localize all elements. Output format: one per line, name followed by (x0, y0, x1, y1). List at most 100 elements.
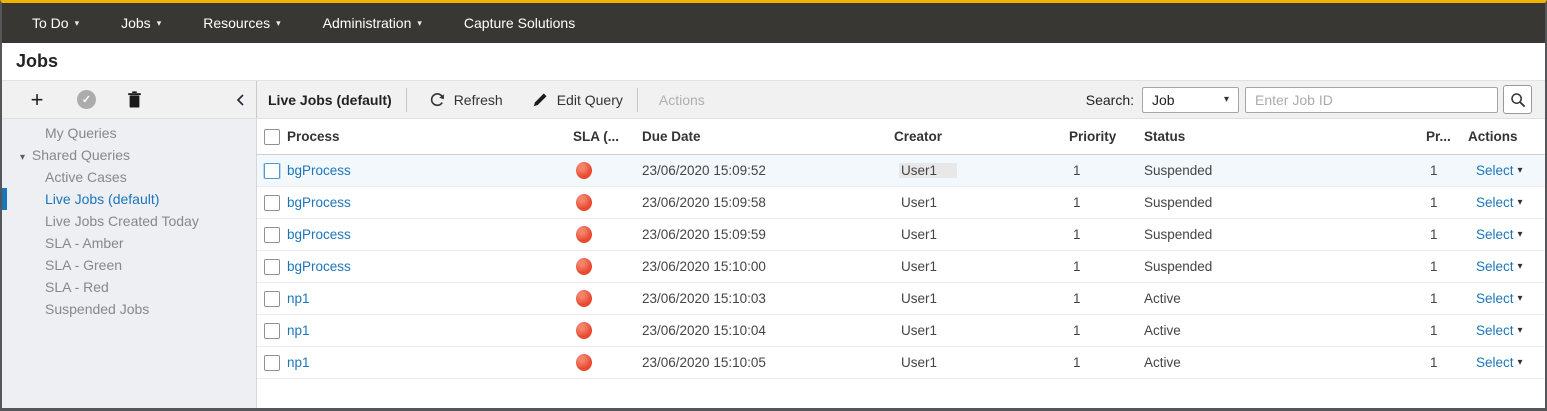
query-tree: My Queries ▾ Shared Queries Active Cases… (2, 119, 257, 408)
content-body: My Queries ▾ Shared Queries Active Cases… (2, 119, 1545, 408)
sla-red-dot-icon (576, 258, 592, 275)
nav-item-label: Resources (203, 15, 270, 31)
sidebar-query-item[interactable]: SLA - Red (2, 276, 256, 298)
search-button[interactable] (1503, 85, 1532, 114)
sidebar-query-item[interactable]: SLA - Amber (2, 232, 256, 254)
sidebar-item-label: Live Jobs (default) (45, 191, 159, 207)
select-action-link[interactable]: Select (1476, 195, 1514, 210)
column-header-status[interactable]: Status (1143, 129, 1425, 144)
process-link[interactable]: bgProcess (287, 195, 351, 210)
sidebar-query-item[interactable]: Live Jobs Created Today (2, 210, 256, 232)
due-date-cell: 23/06/2020 15:10:05 (641, 355, 893, 370)
refresh-button[interactable]: Refresh (429, 92, 503, 108)
column-header-priority[interactable]: Priority (1069, 129, 1143, 144)
select-all-checkbox[interactable] (264, 129, 280, 145)
edit-query-button[interactable]: Edit Query (533, 92, 623, 108)
creator-cell: User1 (894, 259, 937, 274)
sidebar-item-label: My Queries (45, 125, 117, 141)
pr-cell: 1 (1426, 163, 1438, 178)
sla-red-dot-icon (576, 354, 592, 371)
row-checkbox[interactable] (264, 355, 280, 371)
select-action-label: Select (1476, 323, 1514, 338)
add-query-button[interactable]: + (28, 87, 46, 113)
select-action-label: Select (1476, 259, 1514, 274)
trash-icon (127, 91, 142, 108)
search-input[interactable] (1245, 87, 1498, 113)
table-row: np1 23/06/2020 15:10:04 User1 1 Active 1… (257, 315, 1545, 347)
select-action-link[interactable]: Select (1476, 291, 1514, 306)
select-action-link[interactable]: Select (1476, 323, 1514, 338)
column-header-actions[interactable]: Actions (1468, 129, 1545, 144)
select-action-label: Select (1476, 291, 1514, 306)
sidebar-query-item[interactable]: Suspended Jobs (2, 298, 256, 320)
table-body: bgProcess 23/06/2020 15:09:52 User1 1 Su… (257, 155, 1545, 379)
priority-cell: 1 (1069, 195, 1081, 210)
sidebar-query-item[interactable]: SLA - Green (2, 254, 256, 276)
divider (637, 88, 638, 112)
chevron-down-icon: ▾ (75, 18, 80, 29)
chevron-down-icon: ▾ (276, 18, 281, 29)
chevron-down-icon: ▾ (1224, 94, 1229, 105)
jobs-table: Process SLA (... Due Date Creator Priori… (257, 119, 1545, 408)
search-area: Search: Job ▾ (1086, 85, 1532, 114)
select-action-link[interactable]: Select (1476, 355, 1514, 370)
select-action-label: Select (1476, 195, 1514, 210)
nav-item-todo[interactable]: To Do ▾ (11, 3, 100, 43)
row-checkbox[interactable] (264, 163, 280, 179)
sidebar-query-item[interactable]: Active Cases (2, 166, 256, 188)
nav-item-jobs[interactable]: Jobs ▾ (100, 3, 182, 43)
search-type-dropdown[interactable]: Job ▾ (1142, 87, 1239, 113)
process-link[interactable]: bgProcess (287, 163, 351, 178)
column-header-pr[interactable]: Pr... (1425, 129, 1468, 144)
toolbar-left-group: + ✓ (2, 81, 257, 118)
column-header-sla[interactable]: SLA (... (571, 129, 641, 144)
table-row: bgProcess 23/06/2020 15:09:58 User1 1 Su… (257, 187, 1545, 219)
expand-caret-icon[interactable]: ▾ (20, 152, 25, 163)
nav-item-resources[interactable]: Resources ▾ (182, 3, 301, 43)
creator-cell: User1 (894, 323, 937, 338)
nav-item-label: Administration (323, 15, 412, 31)
process-link[interactable]: np1 (287, 291, 310, 306)
process-link[interactable]: bgProcess (287, 227, 351, 242)
select-action-link[interactable]: Select (1476, 163, 1514, 178)
creator-cell: User1 (899, 163, 957, 178)
column-header-due-date[interactable]: Due Date (641, 129, 893, 144)
nav-item-administration[interactable]: Administration ▾ (302, 3, 443, 43)
edit-query-label: Edit Query (557, 92, 623, 108)
refresh-label: Refresh (454, 92, 503, 108)
table-row: bgProcess 23/06/2020 15:09:59 User1 1 Su… (257, 219, 1545, 251)
sla-red-dot-icon (576, 322, 592, 339)
check-icon: ✓ (82, 93, 91, 106)
creator-cell: User1 (894, 227, 937, 242)
select-action-link[interactable]: Select (1476, 259, 1514, 274)
sidebar-query-item[interactable]: ▾ Shared Queries (2, 144, 256, 166)
process-link[interactable]: np1 (287, 355, 310, 370)
process-link[interactable]: np1 (287, 323, 310, 338)
row-checkbox[interactable] (264, 227, 280, 243)
row-checkbox[interactable] (264, 323, 280, 339)
sidebar-query-item[interactable]: Live Jobs (default) (2, 188, 256, 210)
check-circle-button[interactable]: ✓ (77, 90, 96, 109)
actions-button-disabled[interactable]: Actions (659, 92, 705, 108)
current-query-title: Live Jobs (default) (268, 92, 392, 108)
sla-red-dot-icon (576, 290, 592, 307)
collapse-sidebar-button[interactable] (236, 81, 244, 118)
pencil-icon (533, 92, 548, 107)
nav-item-capture-solutions[interactable]: Capture Solutions (443, 3, 596, 43)
column-header-process[interactable]: Process (285, 129, 571, 144)
toolbar: + ✓ Live Jobs (default) (2, 80, 1545, 119)
process-link[interactable]: bgProcess (287, 259, 351, 274)
priority-cell: 1 (1069, 323, 1081, 338)
sidebar-query-item[interactable]: My Queries (2, 122, 256, 144)
delete-button[interactable] (127, 91, 142, 108)
creator-cell: User1 (894, 195, 937, 210)
sidebar-item-label: Shared Queries (32, 147, 130, 163)
row-checkbox[interactable] (264, 195, 280, 211)
sidebar-item-label: SLA - Amber (45, 235, 124, 251)
priority-cell: 1 (1069, 355, 1081, 370)
row-checkbox[interactable] (264, 291, 280, 307)
row-checkbox[interactable] (264, 259, 280, 275)
table-header-row: Process SLA (... Due Date Creator Priori… (257, 119, 1545, 155)
column-header-creator[interactable]: Creator (893, 129, 1069, 144)
select-action-link[interactable]: Select (1476, 227, 1514, 242)
